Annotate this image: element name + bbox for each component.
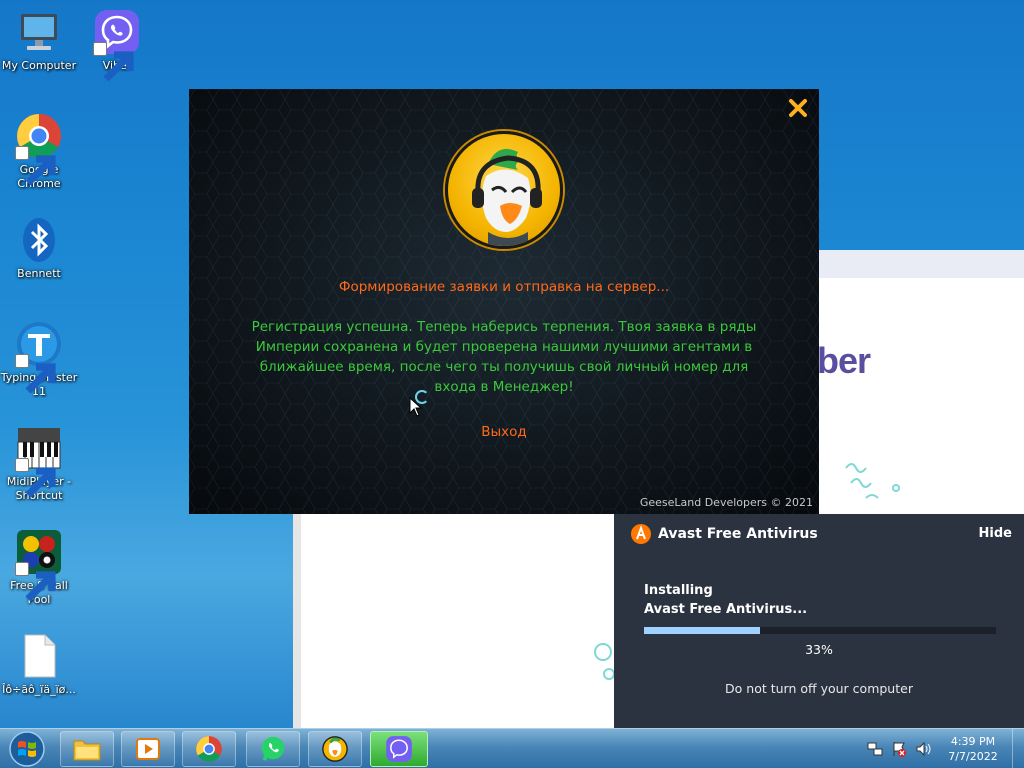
- avast-warning-text: Do not turn off your computer: [725, 681, 913, 696]
- viber-logo: ber: [817, 340, 871, 381]
- typing-master-icon: [15, 320, 63, 394]
- pool-balls-icon: [15, 528, 63, 602]
- taskbar-explorer[interactable]: [60, 731, 114, 767]
- taskbar-media-player[interactable]: [121, 731, 175, 767]
- desktop-icon-bennett[interactable]: Bennett: [0, 216, 78, 281]
- clock-time: 4:39 PM: [950, 735, 996, 748]
- volume-icon[interactable]: [915, 741, 931, 757]
- shortcut-arrow-icon: [15, 458, 56, 498]
- desktop-icon-8-ball-pool[interactable]: Free 8 Ball Pool: [0, 528, 78, 607]
- desktop-icon-midiplayer[interactable]: MidiPlayer - Shortcut: [0, 424, 78, 503]
- avast-title: Avast Free Antivirus: [658, 526, 818, 542]
- avast-progress-fill: [644, 627, 761, 634]
- chrome-icon: [15, 112, 63, 186]
- chrome-icon: [196, 736, 222, 762]
- desktop-icon-label: Bennett: [17, 267, 61, 280]
- avast-progress-percent: 33%: [805, 642, 833, 657]
- taskbar-viber[interactable]: [370, 731, 428, 767]
- close-icon: [789, 99, 807, 117]
- close-button[interactable]: [787, 97, 809, 119]
- viber-decoration-icon: [845, 463, 900, 499]
- taskbar-goose-app[interactable]: [308, 731, 362, 767]
- viber-icon: [93, 8, 141, 82]
- desktop-icon-typing-master[interactable]: Typing Master 11: [0, 320, 78, 399]
- taskbar-whatsapp[interactable]: [246, 731, 300, 767]
- desktop-icon-viber[interactable]: Viber: [78, 8, 156, 82]
- goose-app-icon: [322, 736, 348, 762]
- bluetooth-icon: [15, 216, 63, 264]
- midi-piano-icon: [15, 424, 63, 498]
- window-edge: [293, 514, 301, 728]
- dialog-footer-copyright: GeeseLand Developers © 2021: [639, 496, 813, 509]
- media-player-icon: [136, 738, 160, 760]
- desktop-icon-label: Îô÷ãô_ïä_ïø...: [2, 683, 76, 696]
- blank-file-icon: [15, 632, 63, 680]
- goose-headphones-avatar: [445, 131, 563, 249]
- computer-icon: [15, 8, 63, 56]
- registration-dialog: Формирование заявки и отправка на сервер…: [189, 89, 819, 514]
- avast-installing-line1: Installing: [644, 583, 713, 598]
- dialog-status-text: Формирование заявки и отправка на сервер…: [338, 279, 670, 295]
- start-button[interactable]: [4, 730, 50, 768]
- desktop-icon-file[interactable]: Îô÷ãô_ïä_ïø...: [0, 632, 78, 697]
- desktop-icon-my-computer[interactable]: My Computer: [0, 8, 78, 73]
- viber-icon: [386, 736, 412, 762]
- show-desktop-button[interactable]: [1012, 729, 1024, 768]
- shortcut-arrow-icon: [15, 562, 56, 602]
- exit-link[interactable]: Выход: [189, 424, 819, 440]
- whatsapp-icon: [261, 736, 285, 761]
- avast-progress-bar: [644, 627, 996, 634]
- desktop-icon-google-chrome[interactable]: Google Chrome: [0, 112, 78, 191]
- avast-installing-text: Installing Avast Free Antivirus...: [644, 581, 807, 619]
- folder-icon: [73, 740, 101, 761]
- shortcut-arrow-icon: [15, 146, 56, 186]
- shortcut-arrow-icon: [15, 354, 56, 394]
- avast-installing-line2: Avast Free Antivirus...: [644, 602, 808, 617]
- avast-install-panel: Avast Free Antivirus Hide Installing Ava…: [614, 514, 1024, 728]
- clock-date: 7/7/2022: [948, 750, 998, 763]
- taskbar-chrome[interactable]: [182, 731, 236, 767]
- shortcut-arrow-icon: [93, 42, 134, 82]
- windows-start-orb-icon: [9, 731, 45, 767]
- taskbar: 4:39 PM 7/7/2022: [0, 728, 1024, 768]
- system-clock[interactable]: 4:39 PM 7/7/2022: [938, 734, 1008, 764]
- viber-window-header: [819, 250, 1024, 278]
- mouse-cursor-icon: [409, 397, 423, 417]
- network-icon[interactable]: [867, 741, 883, 757]
- desktop-icon-label: My Computer: [1, 59, 77, 72]
- dialog-message-text: Регистрация успешна. Теперь наберись тер…: [251, 319, 757, 395]
- action-center-flag-icon[interactable]: [891, 741, 907, 757]
- avast-hide-button[interactable]: Hide: [979, 526, 1012, 541]
- avast-logo-icon: [631, 524, 651, 544]
